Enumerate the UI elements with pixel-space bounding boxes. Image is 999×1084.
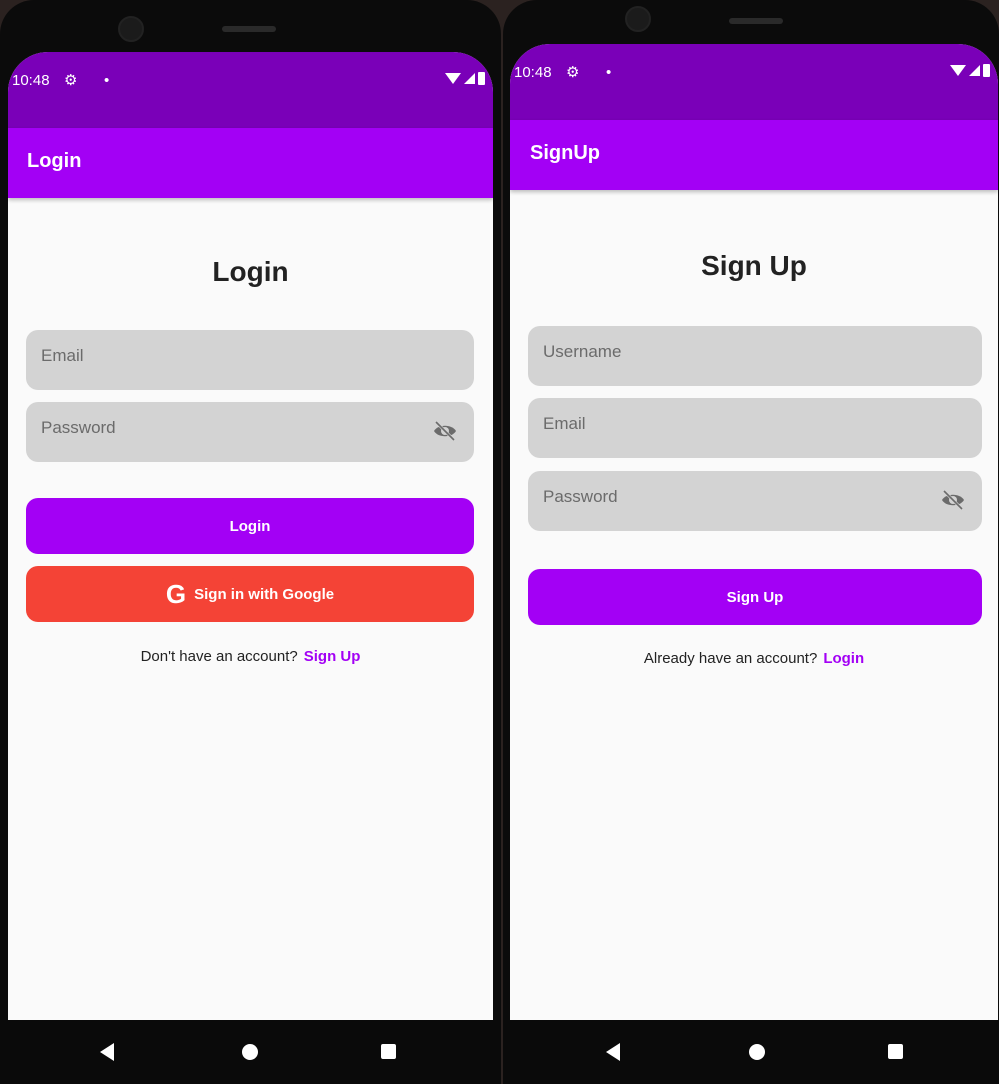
gear-icon: ⚙ [64,72,78,89]
battery-icon [983,64,990,77]
google-icon: G [165,579,187,609]
signal-icon [969,65,980,76]
status-time: 10:48 [514,64,552,81]
signup-link[interactable]: Sign Up [304,648,361,665]
google-signin-button[interactable]: G Sign in with Google [26,566,474,622]
status-bar: 10:48 ⚙ • [510,44,998,120]
back-icon[interactable] [100,1043,114,1061]
login-prompt: Already have an account? Login [510,650,998,667]
nav-bar [0,1020,501,1084]
notification-dot-icon: • [104,72,110,89]
signup-prompt-text: Don't have an account? [140,648,298,665]
back-icon[interactable] [606,1043,620,1061]
login-prompt-text: Already have an account? [643,650,818,667]
signup-button-label: Sign Up [726,588,784,606]
camera-icon [625,6,651,32]
email-field[interactable]: Email [26,330,474,390]
login-screen: 10:48 ⚙ • Login Login Email Password Log… [8,52,493,1020]
recents-icon[interactable] [381,1044,396,1059]
username-field[interactable]: Username [528,326,982,386]
login-button[interactable]: Login [26,498,474,554]
password-placeholder: Password [41,418,116,437]
signup-screen: 10:48 ⚙ • SignUp Sign Up Username Email [510,44,998,1020]
app-bar-title: SignUp [510,120,998,190]
email-field[interactable]: Email [528,398,982,458]
nav-bar [503,1020,999,1084]
battery-icon [478,72,485,85]
email-placeholder: Email [543,414,586,433]
speaker-grille [729,18,783,24]
home-icon[interactable] [749,1044,765,1060]
login-link[interactable]: Login [823,650,864,667]
gear-icon: ⚙ [566,64,580,81]
page-title: Login [212,256,289,287]
google-button-label: Sign in with Google [194,585,335,603]
status-time: 10:48 [12,72,50,89]
wifi-icon [950,65,966,76]
login-button-label: Login [229,517,271,535]
wifi-icon [445,73,461,84]
password-field[interactable]: Password [528,471,982,531]
notification-dot-icon: • [606,64,612,81]
status-icons [445,72,485,85]
recents-icon[interactable] [888,1044,903,1059]
signup-prompt: Don't have an account? Sign Up [8,648,493,665]
password-field[interactable]: Password [26,402,474,462]
home-icon[interactable] [242,1044,258,1060]
eye-off-icon[interactable] [940,489,966,511]
password-placeholder: Password [543,487,618,506]
username-placeholder: Username [543,342,622,361]
signal-icon [464,73,475,84]
email-placeholder: Email [41,346,84,365]
app-bar-title: Login [8,128,493,198]
status-icons [950,64,990,77]
camera-icon [118,16,144,42]
page-title: Sign Up [701,250,807,281]
phone-login: 10:48 ⚙ • Login Login Email Password Log… [0,0,501,1084]
signup-button[interactable]: Sign Up [528,569,982,625]
stage: 10:48 ⚙ • Login Login Email Password Log… [0,0,999,1084]
status-bar: 10:48 ⚙ • [8,52,493,128]
speaker-grille [222,26,276,32]
phone-signup: 10:48 ⚙ • SignUp Sign Up Username Email [503,0,999,1084]
eye-off-icon[interactable] [432,420,458,442]
